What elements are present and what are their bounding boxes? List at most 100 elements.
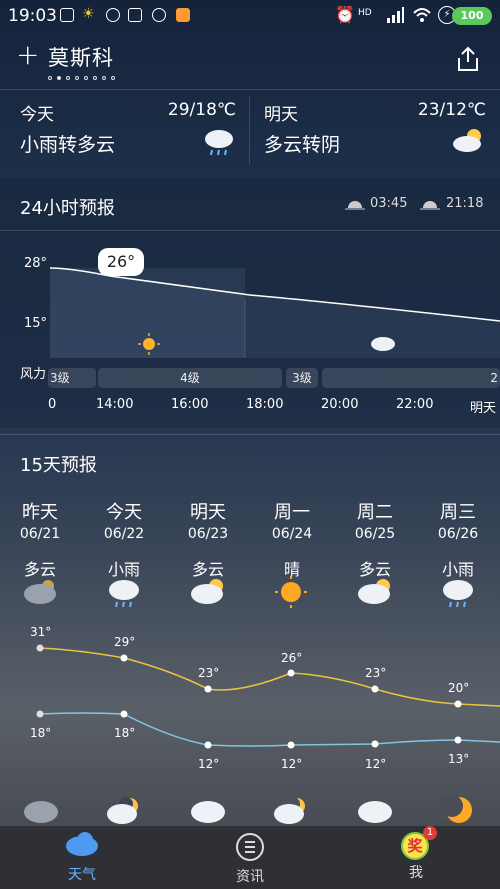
- today-label: 今天: [20, 105, 54, 125]
- high-temp-label: 23°: [365, 666, 387, 680]
- alarm-icon: ⏰: [335, 5, 355, 24]
- divider: [0, 434, 500, 435]
- wind-segment: 2: [322, 368, 500, 388]
- day-week: 周二: [357, 502, 393, 523]
- page-dot: [84, 76, 88, 80]
- low-temp-label: 12°: [281, 757, 303, 771]
- day-column[interactable]: 周三 06/26 小雨: [418, 498, 498, 580]
- nav-news-label: 资讯: [236, 869, 264, 885]
- cloud-icon: [370, 333, 396, 355]
- tomorrow-card[interactable]: 明天 23/12℃ 多云转阴: [250, 90, 500, 170]
- app-header: + 莫斯科: [0, 34, 500, 90]
- tomorrow-condition: 多云转阴: [264, 134, 341, 156]
- profile-badge-icon: 奖 1: [401, 826, 437, 862]
- bottom-nav: 天气 资讯 奖 1 我: [0, 826, 500, 889]
- daily-icons: [24, 576, 473, 608]
- wind-label: 风力: [20, 367, 47, 382]
- low-temp-label: 12°: [198, 757, 220, 771]
- hour-label: 14:00: [96, 397, 134, 412]
- day-date: 06/26: [437, 526, 479, 542]
- page-dot: [93, 76, 97, 80]
- hour-label: 0: [48, 397, 57, 412]
- today-temp: 29/18℃: [167, 100, 236, 120]
- plus-icon[interactable]: +: [16, 38, 39, 71]
- city-name[interactable]: 莫斯科: [48, 42, 114, 72]
- cloudy-icon: [191, 801, 225, 823]
- cloudy-icon: [24, 801, 58, 823]
- hour-label: 16:00: [171, 397, 209, 412]
- signal-icon: [386, 7, 404, 23]
- hour-label: 18:00: [246, 397, 284, 412]
- share-icon[interactable]: [456, 46, 480, 72]
- nav-news[interactable]: 资讯: [200, 832, 300, 886]
- day-week: 明天: [190, 502, 226, 523]
- day-column[interactable]: 周二 06/25 多云: [335, 498, 415, 580]
- sunrise-icon: [345, 196, 365, 215]
- day-column[interactable]: 昨天 06/21 多云: [0, 498, 80, 580]
- nav-profile[interactable]: 奖 1 我: [366, 826, 466, 882]
- daily-title: 15天预报: [20, 455, 97, 476]
- rain-cloud-icon: [109, 580, 139, 608]
- current-temp-bubble: 26°: [98, 248, 144, 276]
- night-icons: [24, 795, 472, 824]
- day-week: 周一: [274, 502, 310, 523]
- today-card[interactable]: 今天 29/18℃ 小雨转多云: [0, 90, 250, 170]
- day-date: 06/24: [271, 526, 313, 542]
- hour-label: 20:00: [321, 397, 359, 412]
- hd-icon: HD: [358, 8, 372, 18]
- tomorrow-temp: 23/12℃: [417, 100, 486, 120]
- day-date: 06/25: [354, 526, 396, 542]
- cloudy-night-icon: [274, 797, 305, 824]
- partly-cloudy-icon: [452, 126, 486, 154]
- partly-cloudy-icon: [191, 579, 223, 604]
- sunrise-time: 03:45: [370, 196, 408, 211]
- day-column[interactable]: 今天 06/22 小雨: [84, 498, 164, 580]
- nav-profile-label: 我: [409, 865, 423, 881]
- sun-status-icon: ☀: [82, 6, 95, 22]
- day-week: 周三: [440, 502, 476, 523]
- hourly-title: 24小时预报: [20, 198, 115, 219]
- page-dot: [102, 76, 106, 80]
- low-temp-label: 18°: [30, 726, 52, 740]
- gallery-icon: [60, 8, 74, 22]
- high-temp-label: 26°: [281, 651, 303, 665]
- page-dot: [111, 76, 115, 80]
- nav-weather-label: 天气: [68, 867, 96, 883]
- wind-segment: 3级: [48, 368, 96, 388]
- hourly-chart: [49, 267, 500, 358]
- day-date: 06/22: [103, 526, 145, 542]
- sun-icon: [138, 333, 160, 359]
- page-dot: [66, 76, 70, 80]
- daily-temp-chart: [36, 644, 500, 749]
- status-bar: 19:03 ☀ ⏰ HD ⚡ 100: [0, 0, 500, 32]
- app-icon: [176, 8, 190, 22]
- low-temp-label: 12°: [365, 757, 387, 771]
- high-temp-label: 29°: [114, 635, 136, 649]
- cloudy-icon: [358, 801, 392, 823]
- day-column[interactable]: 明天 06/23 多云: [168, 498, 248, 580]
- hour-label: 22:00: [396, 397, 434, 412]
- nav-weather[interactable]: 天气: [32, 832, 132, 884]
- notification-badge: 1: [423, 826, 437, 840]
- wifi-icon: [412, 7, 432, 27]
- low-temp-label: 18°: [114, 726, 136, 740]
- tomorrow-label: 明天: [264, 105, 298, 125]
- page-dot-active: [57, 76, 61, 80]
- sunset-time: 21:18: [446, 196, 484, 211]
- moon-icon: [441, 795, 472, 823]
- block-icon: [106, 8, 120, 22]
- play-icon: [152, 8, 166, 22]
- page-indicator: [48, 76, 115, 80]
- camera-icon: [128, 8, 142, 22]
- cloudy-icon: [24, 580, 56, 604]
- day-column[interactable]: 周一 06/24 晴: [252, 498, 332, 580]
- cloud-icon: [32, 832, 132, 860]
- wind-segment: 3级: [286, 368, 318, 388]
- high-temp-label: 20°: [448, 681, 470, 695]
- rain-cloud-icon: [443, 580, 473, 608]
- day-date: 06/21: [19, 526, 61, 542]
- sun-icon: [275, 576, 307, 608]
- hour-label: 明天: [470, 401, 497, 416]
- low-temp-label: 13°: [448, 752, 470, 766]
- day-week: 昨天: [22, 502, 58, 523]
